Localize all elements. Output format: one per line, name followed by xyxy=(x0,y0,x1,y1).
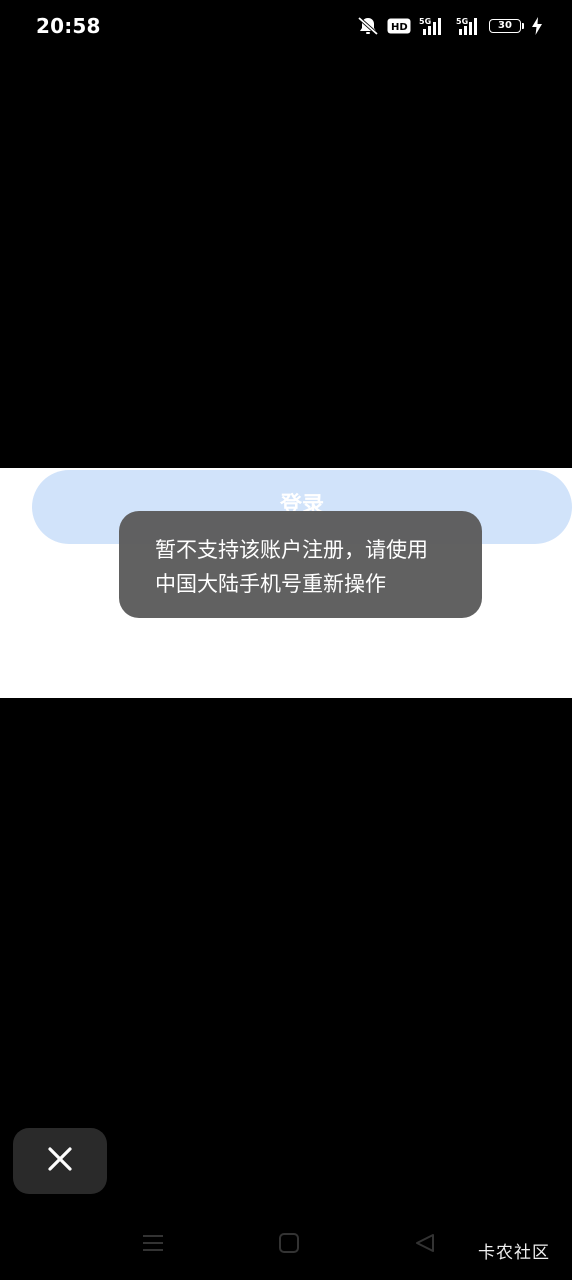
status-time: 20:58 xyxy=(36,14,101,38)
mute-bell-icon xyxy=(357,16,379,36)
hd-voice-icon: HD xyxy=(387,18,411,34)
home-icon[interactable] xyxy=(278,1232,300,1258)
network-label-2: 5G xyxy=(456,17,468,26)
menu-icon[interactable] xyxy=(142,1232,164,1258)
status-bar: 20:58 HD 5G 5G 30 xyxy=(0,0,572,52)
toast-message: 暂不支持该账户注册，请使用中国大陆手机号重新操作 xyxy=(119,511,482,618)
battery-level: 30 xyxy=(489,19,521,33)
hd-label: HD xyxy=(391,22,408,33)
status-icons: HD 5G 5G 30 xyxy=(357,16,542,36)
close-icon xyxy=(47,1146,73,1176)
battery-icon: 30 xyxy=(489,19,524,33)
signal-5g-icon: 5G xyxy=(453,16,481,36)
close-button[interactable] xyxy=(13,1128,107,1194)
watermark-text: 卡农社区 xyxy=(478,1243,550,1263)
charging-icon xyxy=(532,17,542,35)
back-icon[interactable] xyxy=(414,1232,436,1258)
network-label-1: 5G xyxy=(419,17,431,26)
battery-tip xyxy=(522,23,524,29)
signal-5g-icon: 5G xyxy=(419,16,445,36)
